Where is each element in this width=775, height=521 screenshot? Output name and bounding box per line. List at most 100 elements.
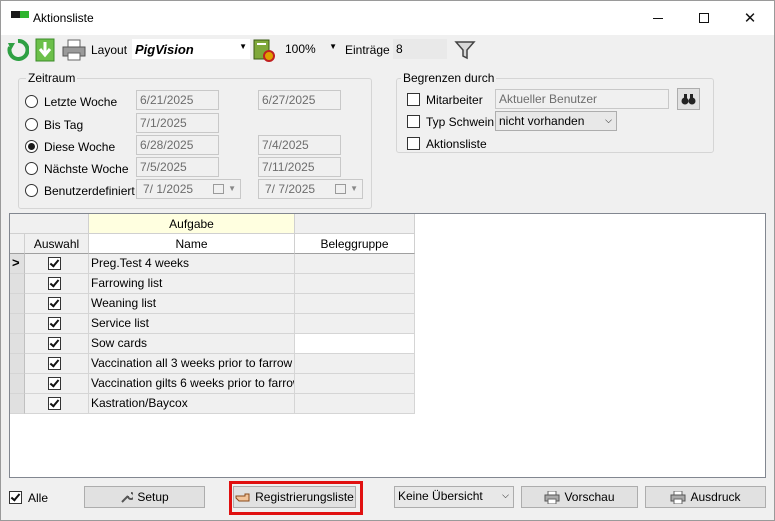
- task-name-cell[interactable]: Vaccination gilts 6 weeks prior to farro…: [89, 374, 295, 394]
- layout-combobox[interactable]: PigVision ▼: [132, 39, 250, 59]
- naechste-woche-to: 7/11/2025: [258, 157, 341, 177]
- diese-woche-to: 7/4/2025: [258, 135, 341, 155]
- binoculars-icon: [681, 93, 696, 104]
- task-name-cell[interactable]: Vaccination all 3 weeks prior to farrow: [89, 354, 295, 374]
- task-name-cell[interactable]: Farrowing list: [89, 274, 295, 294]
- beleggruppe-cell[interactable]: [295, 374, 415, 394]
- beleggruppe-cell[interactable]: [295, 394, 415, 414]
- row-checkbox[interactable]: [48, 297, 61, 310]
- column-header-name[interactable]: Name: [89, 234, 295, 254]
- typ-schwein-checkbox[interactable]: [407, 115, 420, 128]
- row-header[interactable]: [10, 334, 25, 354]
- printer-icon[interactable]: [62, 39, 86, 61]
- radio-letzte-woche[interactable]: [25, 95, 38, 108]
- check-icon: [49, 257, 60, 268]
- download-arrow-icon[interactable]: [34, 38, 56, 62]
- letzte-woche-from: 6/21/2025: [136, 90, 219, 110]
- auswahl-cell: [25, 254, 89, 274]
- diese-woche-from: 6/28/2025: [136, 135, 219, 155]
- beleggruppe-cell[interactable]: [295, 254, 415, 274]
- row-header[interactable]: [10, 274, 25, 294]
- column-header-beleggruppe[interactable]: Beleggruppe: [295, 234, 415, 254]
- radio-benutzerdefiniert[interactable]: [25, 184, 38, 197]
- calendar-icon: [335, 184, 346, 194]
- row-checkbox[interactable]: [48, 377, 61, 390]
- ausdruck-button[interactable]: Ausdruck: [645, 486, 766, 508]
- mitarbeiter-checkbox[interactable]: [407, 93, 420, 106]
- chevron-down-icon: ▼: [228, 184, 236, 193]
- zoom-value: 100%: [285, 42, 316, 56]
- row-checkbox[interactable]: [48, 317, 61, 330]
- row-header[interactable]: [10, 294, 25, 314]
- row-header[interactable]: [10, 354, 25, 374]
- row-header[interactable]: [10, 394, 25, 414]
- beleggruppe-cell[interactable]: [295, 274, 415, 294]
- naechste-woche-from: 7/5/2025: [136, 157, 219, 177]
- beleggruppe-cell[interactable]: [295, 354, 415, 374]
- minimize-button[interactable]: [635, 1, 681, 35]
- auswahl-cell: [25, 274, 89, 294]
- aktionsliste-label: Aktionsliste: [426, 137, 487, 151]
- refresh-icon[interactable]: [7, 39, 29, 61]
- zoom-combobox[interactable]: 100% ▼: [282, 39, 340, 59]
- benutzerdefiniert-to-picker[interactable]: 7/ 7/2025 ▼: [258, 179, 363, 199]
- layout-settings-icon[interactable]: [253, 38, 275, 62]
- label-letzte-woche: Letzte Woche: [44, 95, 118, 109]
- begrenzen-title: Begrenzen durch: [401, 71, 497, 85]
- auswahl-cell: [25, 394, 89, 414]
- label-benutzerdefiniert: Benutzerdefiniert: [44, 184, 135, 198]
- check-icon: [49, 397, 60, 408]
- beleggruppe-cell[interactable]: [295, 294, 415, 314]
- row-checkbox[interactable]: [48, 397, 61, 410]
- close-button[interactable]: ✕: [727, 1, 773, 35]
- task-grid: Aufgabe Auswahl Name Beleggruppe > Preg.T…: [9, 213, 766, 478]
- window-title: Aktionsliste: [33, 11, 94, 25]
- check-icon: [49, 317, 60, 328]
- select-user-button[interactable]: [677, 88, 700, 110]
- vorschau-button[interactable]: Vorschau: [521, 486, 638, 508]
- maximize-button[interactable]: [681, 1, 727, 35]
- entries-label: Einträge: [345, 43, 390, 57]
- uebersicht-value: Keine Übersicht: [398, 489, 483, 503]
- chevron-down-icon: ⌵: [502, 490, 509, 500]
- grid-band-spacer: [295, 214, 415, 234]
- chevron-down-icon: ▼: [350, 184, 358, 193]
- row-header[interactable]: [10, 374, 25, 394]
- minimize-icon: [653, 17, 663, 19]
- task-name-cell[interactable]: Sow cards: [89, 334, 295, 354]
- row-checkbox[interactable]: [48, 357, 61, 370]
- filter-icon[interactable]: [454, 39, 476, 61]
- beleggruppe-cell[interactable]: [295, 334, 415, 354]
- aktionsliste-checkbox[interactable]: [407, 137, 420, 150]
- typ-schwein-select[interactable]: nicht vorhanden ⌵: [495, 111, 617, 131]
- row-checkbox[interactable]: [48, 337, 61, 350]
- row-header[interactable]: [10, 314, 25, 334]
- uebersicht-select[interactable]: Keine Übersicht ⌵: [394, 486, 514, 508]
- row-checkbox[interactable]: [48, 257, 61, 270]
- radio-bis-tag[interactable]: [25, 118, 38, 131]
- benutzerdefiniert-from-picker[interactable]: 7/ 1/2025 ▼: [136, 179, 241, 199]
- beleggruppe-cell[interactable]: [295, 314, 415, 334]
- chevron-down-icon: ▼: [239, 42, 247, 51]
- setup-button[interactable]: Setup: [84, 486, 205, 508]
- task-name-cell[interactable]: Service list: [89, 314, 295, 334]
- calendar-icon: [213, 184, 224, 194]
- row-checkbox[interactable]: [48, 277, 61, 290]
- ausdruck-label: Ausdruck: [690, 490, 741, 504]
- app-icon: [11, 11, 29, 18]
- zeitraum-title: Zeitraum: [26, 71, 78, 85]
- title-bar: Aktionsliste ✕: [1, 1, 774, 35]
- label-diese-woche: Diese Woche: [44, 140, 116, 154]
- printer-icon: [544, 490, 560, 504]
- column-header-auswahl[interactable]: Auswahl: [25, 234, 89, 254]
- radio-diese-woche[interactable]: [25, 140, 38, 153]
- alle-checkbox[interactable]: [9, 491, 22, 504]
- task-name-cell[interactable]: Preg.Test 4 weeks: [89, 254, 295, 274]
- task-name-cell[interactable]: Weaning list: [89, 294, 295, 314]
- row-header[interactable]: >: [10, 254, 25, 274]
- task-name-cell[interactable]: Kastration/Baycox: [89, 394, 295, 414]
- check-icon: [49, 277, 60, 288]
- layout-label: Layout: [91, 43, 128, 57]
- alle-label: Alle: [28, 491, 49, 505]
- radio-naechste-woche[interactable]: [25, 162, 38, 175]
